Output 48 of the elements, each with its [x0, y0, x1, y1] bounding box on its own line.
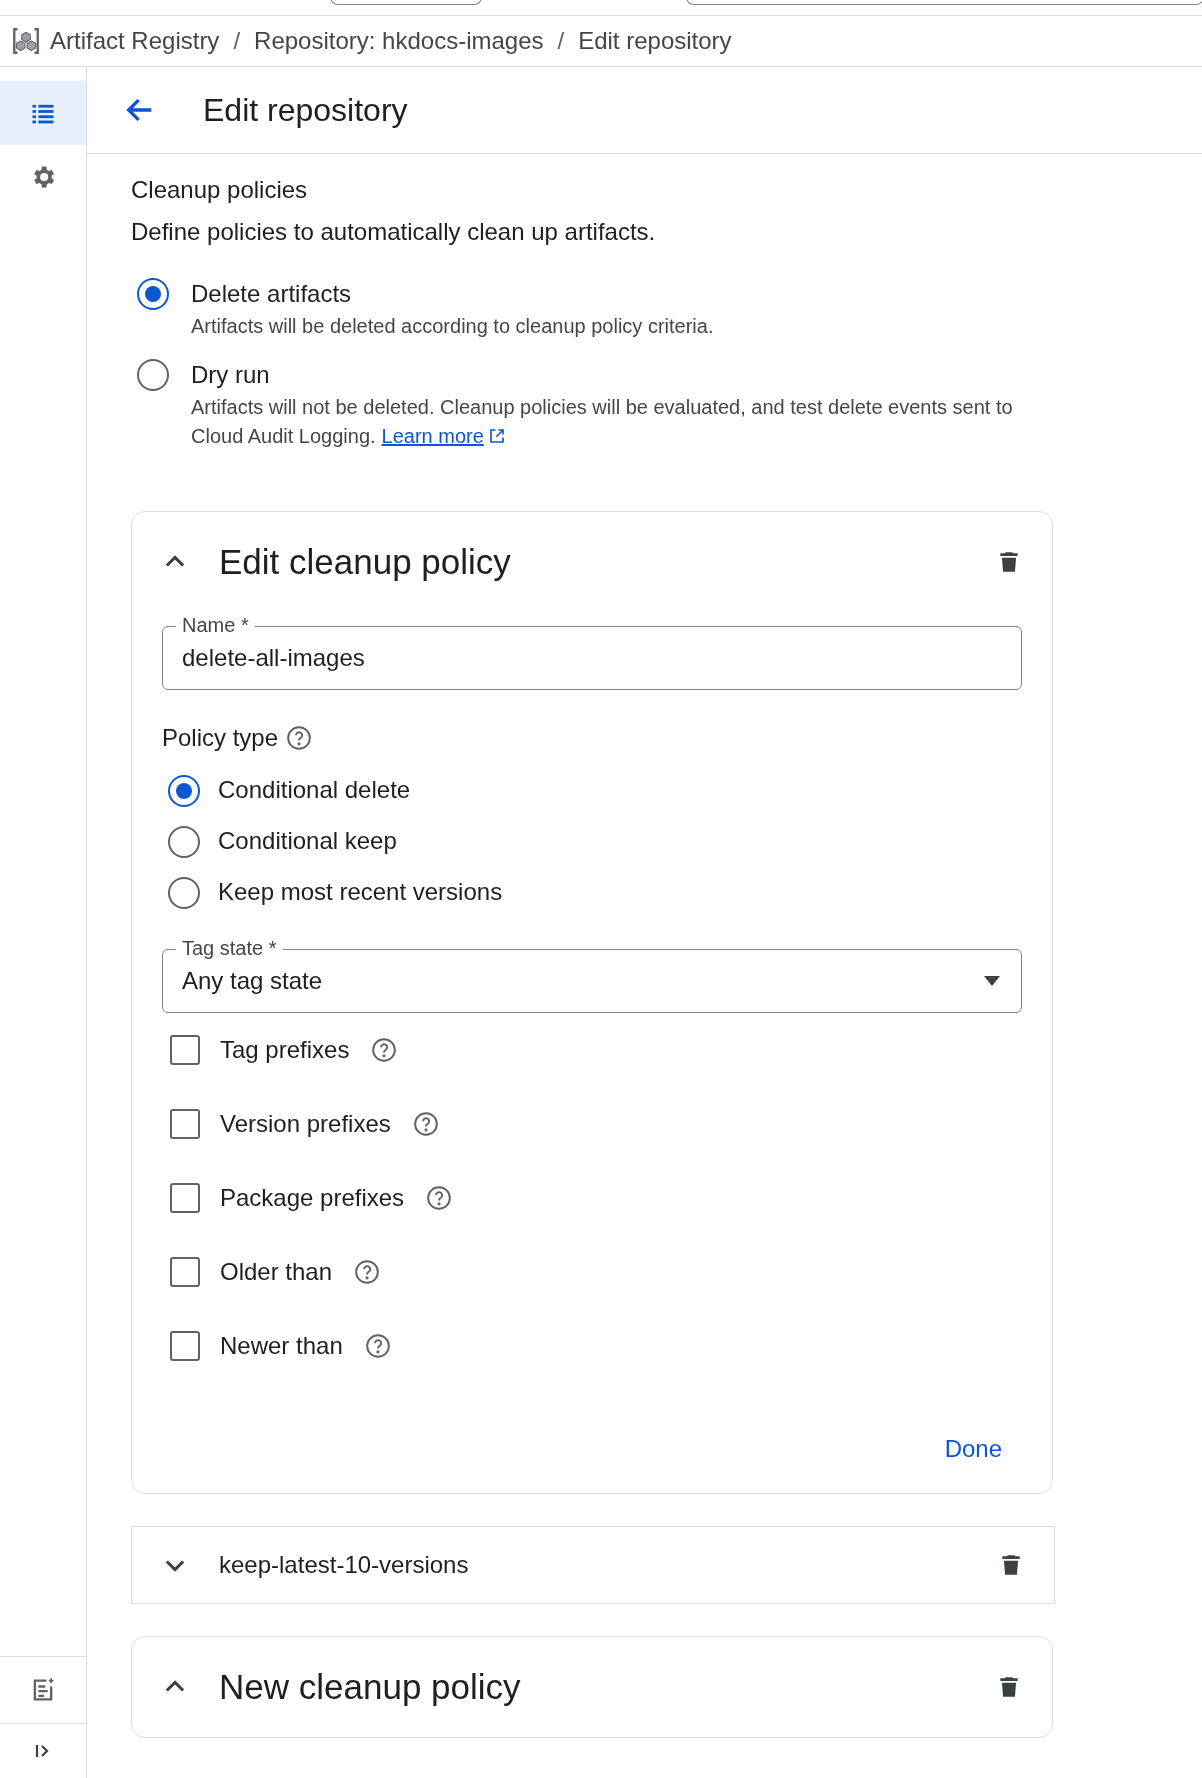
section-title: Cleanup policies [131, 176, 309, 204]
section-description: Define policies to automatically clean up artifacts. [131, 218, 657, 246]
option-label: Conditional keep [218, 826, 397, 855]
breadcrumb-link[interactable]: Repository: hkdocs-images [254, 27, 544, 55]
help-icon[interactable] [286, 725, 313, 751]
learn-more-link[interactable]: Learn more [381, 425, 506, 447]
breadcrumb-separator: / [557, 27, 565, 55]
radio-button[interactable] [168, 825, 200, 858]
radio-button[interactable] [168, 876, 200, 909]
checkbox-label: Tag prefixes [220, 1036, 350, 1064]
checkbox-label: Package prefixes [220, 1184, 405, 1212]
sidebar-item[interactable] [0, 81, 86, 145]
option-description: Artifacts will not be deleted. Cleanup policies will be evaluated, and test delete events sent to Cloud Audit Logging. Learn more [191, 395, 1014, 449]
help-icon[interactable] [371, 1037, 398, 1063]
option-label: Conditional delete [218, 775, 411, 804]
registry-logo-icon [10, 25, 42, 57]
policy-type-label: Policy type [162, 724, 279, 752]
help-icon[interactable] [364, 1333, 391, 1359]
dropdown-caret-icon [982, 975, 1002, 987]
policy-title: Edit cleanup policy [219, 542, 512, 582]
external-link-icon [487, 427, 506, 445]
name-field[interactable]: Name * delete-all-images [162, 613, 1022, 690]
breadcrumb-link[interactable]: Edit repository [578, 27, 732, 55]
radio-button[interactable] [137, 359, 169, 391]
checkbox[interactable] [170, 1109, 200, 1139]
policy-title: keep-latest-10-versions [219, 1551, 470, 1579]
page-title: Edit repository [203, 91, 408, 129]
policy-title: New cleanup policy [219, 1667, 522, 1707]
radio-button[interactable] [168, 774, 200, 807]
help-icon[interactable] [412, 1111, 439, 1137]
breadcrumb-separator: / [233, 27, 241, 55]
checkbox[interactable] [170, 1183, 200, 1213]
checkbox[interactable] [170, 1035, 200, 1065]
done-button[interactable]: Done [924, 1427, 1022, 1471]
checkbox-label: Newer than [220, 1332, 343, 1360]
option-description: Artifacts will be deleted according to cleanup policy criteria. [191, 314, 714, 339]
help-icon[interactable] [354, 1259, 381, 1285]
checkbox-label: Older than [220, 1258, 333, 1286]
help-icon[interactable] [426, 1185, 453, 1211]
breadcrumb-link[interactable]: Artifact Registry [50, 27, 220, 55]
option-label: Delete artifacts [191, 279, 353, 309]
checkbox[interactable] [170, 1257, 200, 1287]
option-label: Dry run [191, 360, 271, 390]
checkbox[interactable] [170, 1331, 200, 1361]
tag-state-dropdown[interactable]: Tag state * Any tag state [162, 936, 1022, 1013]
radio-button[interactable] [137, 278, 169, 310]
checkbox-label: Version prefixes [220, 1110, 391, 1138]
option-label: Keep most recent versions [218, 877, 503, 906]
